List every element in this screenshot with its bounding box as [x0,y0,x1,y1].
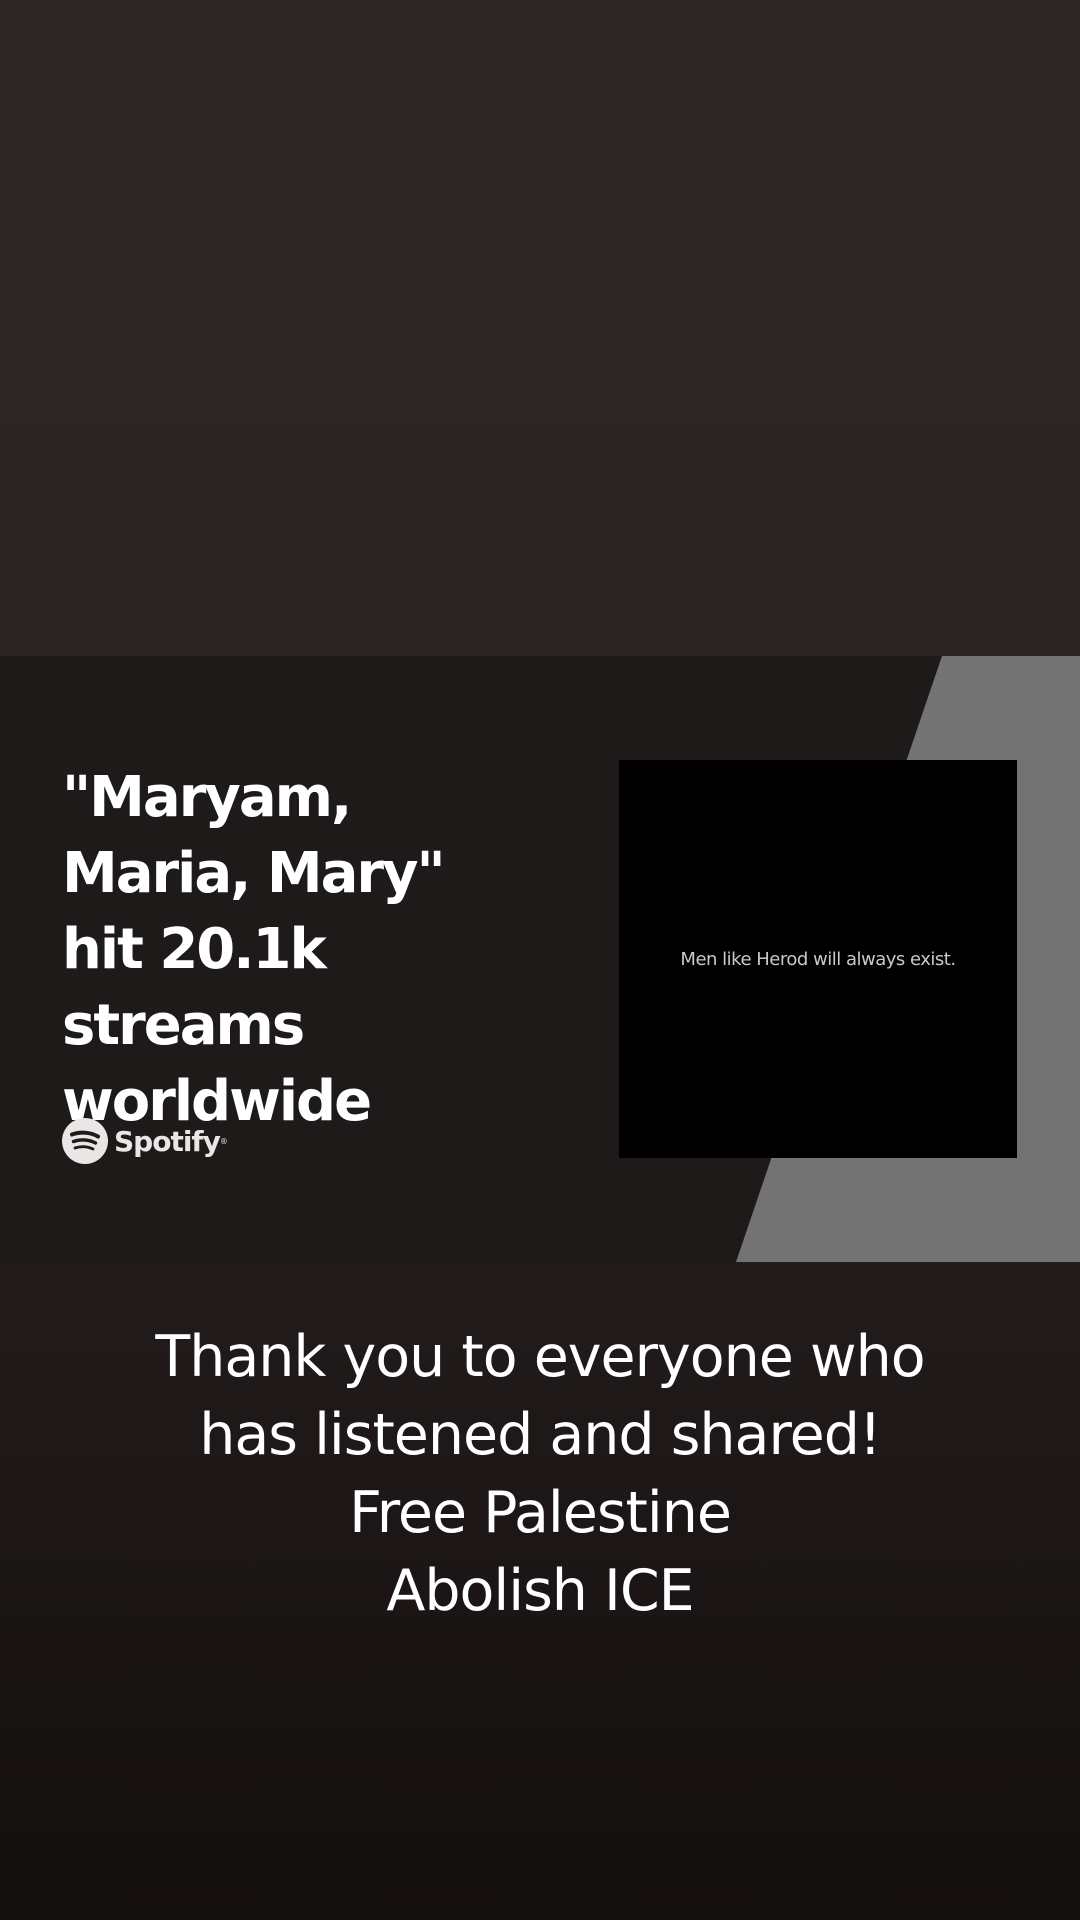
album-cover-text: Men like Herod will always exist. [680,948,956,970]
album-cover: Men like Herod will always exist. [619,760,1017,1158]
story-caption: Thank you to everyone who has listened a… [0,1318,1080,1630]
trademark-mark: ® [219,1136,228,1146]
caption-line: Thank you to everyone who [155,1324,925,1390]
spotify-icon [62,1118,108,1164]
spotify-wordmark: Spotify [114,1124,221,1158]
caption-line: has listened and shared! [199,1402,882,1468]
caption-line: Abolish ICE [386,1558,694,1624]
stream-milestone-headline: "Maryam, Maria, Mary" hit 20.1k streams … [62,765,446,1134]
caption-line: Free Palestine [349,1480,732,1546]
spotify-logo: Spotify ® [62,1118,228,1164]
share-card: "Maryam, Maria, Mary" hit 20.1k streams … [0,656,1080,1262]
